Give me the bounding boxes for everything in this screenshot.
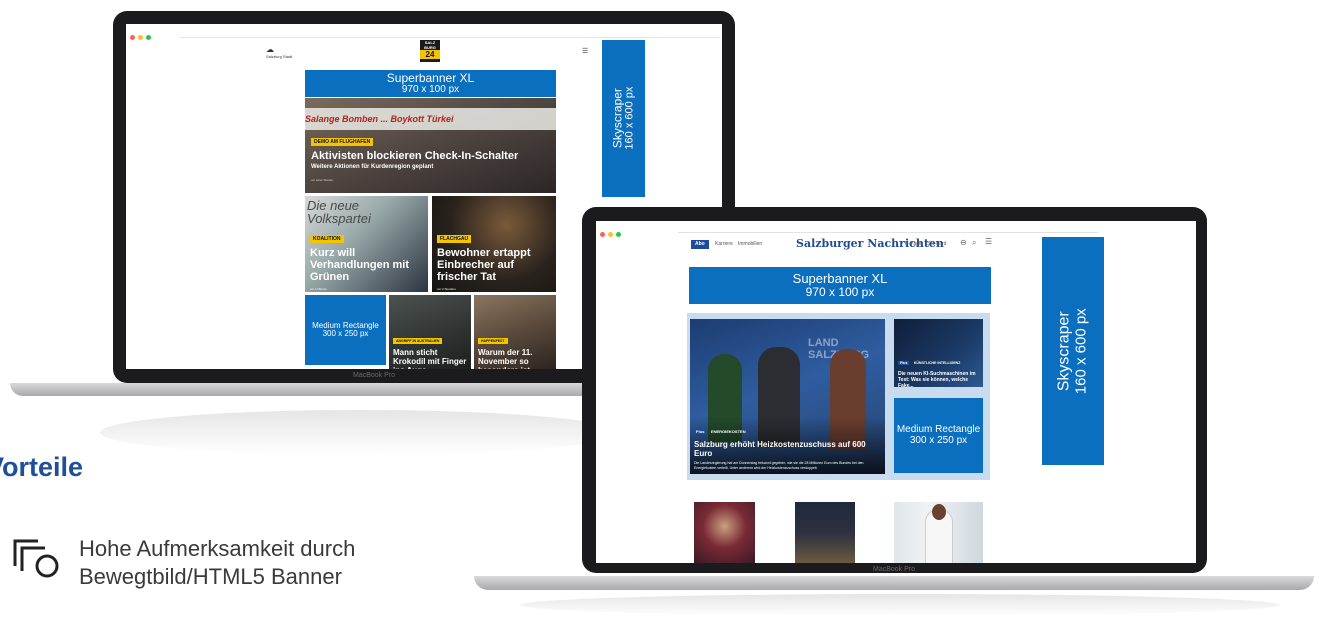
skyscraper-ad: Skyscraper 160 x 600 px [1042,237,1104,465]
menu-icon[interactable]: ☰ [985,237,992,246]
thumbnail-image[interactable] [894,502,983,563]
right-laptop-base [474,576,1314,590]
search-icon[interactable]: ⌕ [972,238,976,248]
hero-tag: ENERGIEKOSTEN [710,429,746,434]
plus-badge: Plus [694,429,707,434]
window-controls [600,224,624,242]
hero-title: Salzburg erhöht Heizkostenzuschuss auf 6… [694,440,866,458]
article-tile-flachgau[interactable]: FLACHGAU Bewohner ertappt Einbrecher auf… [432,196,556,292]
skyscraper-size: 160 x 600 px [623,86,636,150]
tile-tag: HAPPENFEST [478,338,508,344]
article-tile-november[interactable]: HAPPENFEST Warum der 11. November so bes… [474,295,556,369]
top-rule [180,37,720,38]
top-rule [678,232,1098,233]
hero-meta: vor einer Stunde [311,178,334,183]
skyscraper-title: Skyscraper [610,88,625,149]
medium-rectangle-title: Medium Rectangle [896,424,981,435]
hero-subtitle: Weitere Aktionen für Kurdenregion geplan… [311,164,434,171]
medium-rectangle-ad: Medium Rectangle 300 x 250 px [894,398,983,473]
benefit-text-line2: Bewegtbild/HTML5 Banner [79,564,342,589]
window-controls [130,27,154,45]
skyscraper-ad: Skyscraper 160 x 600 px [602,40,645,197]
abo-button[interactable]: Abo [691,240,709,249]
article-tile-coalition[interactable]: Die neue Volkspartei KOALITION Kurz will… [305,196,428,292]
hero-title: Aktivisten blockieren Check-In-Schalter [311,150,519,162]
superbanner-ad: Superbanner XL 970 x 100 px [689,267,991,304]
nav-link-immobilien[interactable]: Immobilien [738,241,762,247]
nav-link-sncard[interactable]: SN-Card [927,241,946,247]
maximize-dot[interactable] [146,35,151,40]
left-laptop-brand: MacBook Pro [352,372,396,379]
nav-link-karriere[interactable]: Karriere [715,241,733,247]
superbanner-title: Superbanner XL [386,70,475,85]
benefits-heading: Vorteile [0,452,84,482]
tile-overlay-text: Die neue Volkspartei [307,198,371,226]
close-dot[interactable] [600,232,605,237]
thumbnail-image[interactable] [694,502,755,563]
protest-banner: Salange Bomben ... Boykott Türkei [305,108,556,130]
multi-screen-icon [12,538,62,578]
nav-link-epaper[interactable]: E-Paper [905,241,923,247]
skyscraper-title: Skyscraper [1055,310,1073,392]
maximize-dot[interactable] [616,232,621,237]
thumbnail-image[interactable] [795,502,855,563]
cloud-icon: ☁ [266,45,274,54]
right-laptop-screen: Abo Karriere Immobilien Salzburger Nachr… [596,221,1196,563]
medium-rectangle-size: 300 x 250 px [322,329,369,338]
superbanner-size: 970 x 100 px [401,83,460,95]
tile-title: Warum der 11. November so besonders ist [478,348,533,369]
tile-tag: KOALITION [310,235,344,243]
side-article[interactable]: Plus KÜNSTLICHE INTELLIGENZ Die neuen KI… [894,319,983,387]
left-laptop-shadow [100,410,620,455]
right-laptop-shadow [520,594,1280,616]
logo-line-3: 24 [420,50,440,59]
medium-rectangle-ad: Medium Rectangle 300 x 250 px [305,295,386,365]
tile-title: Bewohner ertappt Einbrecher auf frischer… [437,247,531,284]
minimize-dot[interactable] [608,232,613,237]
tile-title: Mann sticht Krokodil mit Finger ins Auge [393,348,467,369]
superbanner-title: Superbanner XL [792,271,888,287]
site-logo[interactable]: SALZ BURG 24 [420,40,440,62]
hero-body: Die Landesregierung hat am Donnerstag be… [694,461,864,470]
user-icon[interactable]: ⊖ [960,238,967,247]
tile-meta: vor 2 Stunden [437,287,456,292]
superbanner-ad: Superbanner XL 970 x 100 px [305,70,556,97]
weather-label: Salzburg Stadt [266,54,293,59]
hero-article[interactable]: LAND SALZBURG Plus ENERGIEKOSTEN Salzbur… [690,319,885,474]
close-dot[interactable] [130,35,135,40]
tile-meta: vor 1 Minute [310,287,327,292]
minimize-dot[interactable] [138,35,143,40]
menu-search-icon[interactable]: ☰ [582,47,588,55]
side-tag: KÜNSTLICHE INTELLIGENZ [913,361,961,365]
side-title: Die neuen KI-Suchmaschinen im Test: Was … [898,371,976,387]
medium-rectangle-size: 300 x 250 px [909,434,968,446]
superbanner-size: 970 x 100 px [805,285,875,300]
hero-article[interactable]: Salange Bomben ... Boykott Türkei DEMO A… [305,98,556,193]
tile-tag: FLACHGAU [437,235,472,243]
tile-title: Kurz will Verhandlungen mit Grünen [310,247,410,284]
weather-widget[interactable]: ☁ Salzburg Stadt [266,45,293,60]
hero-tag: DEMO AM FLUGHAFEN [311,138,374,146]
right-laptop-brand: MacBook Pro [872,566,916,573]
article-tile-crocodile[interactable]: ANGRIFF IN AUSTRALIEN Mann sticht Krokod… [389,295,471,369]
skyscraper-size: 160 x 600 px [1072,308,1090,394]
benefit-text-line1: Hohe Aufmerksamkeit durch [79,536,356,561]
tile-tag: ANGRIFF IN AUSTRALIEN [393,338,443,344]
plus-badge: Plus [898,361,910,365]
